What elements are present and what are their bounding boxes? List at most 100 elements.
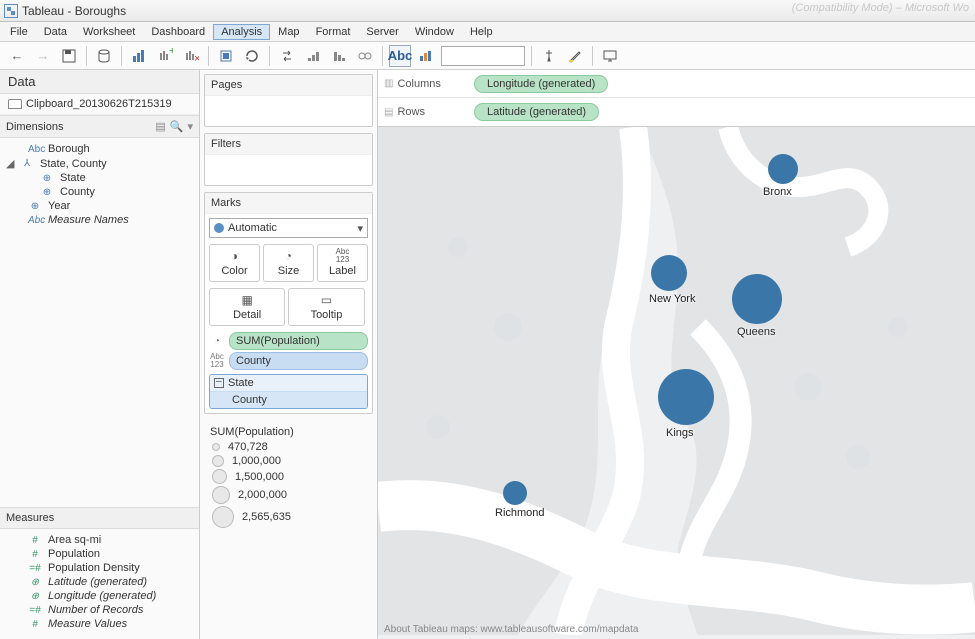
size-card[interactable]: ◔Size	[263, 244, 314, 282]
menu-window[interactable]: Window	[407, 24, 462, 40]
caret-expanded-icon[interactable]: ◢	[6, 157, 14, 170]
state-pill[interactable]: State	[228, 377, 254, 389]
label-icon: Abc123	[320, 249, 365, 263]
rows-shelf[interactable]: ▤Rows Latitude (generated)	[378, 98, 975, 126]
map-mark-queens[interactable]	[732, 274, 782, 324]
menu-help[interactable]: Help	[462, 24, 501, 40]
duplicate-sheet-button[interactable]: +	[154, 45, 176, 67]
show-labels-button[interactable]: Abc	[389, 45, 411, 67]
label-pill-row[interactable]: Abc123 County	[209, 352, 368, 370]
detail-card[interactable]: ▦Detail	[209, 288, 285, 326]
menu-server[interactable]: Server	[358, 24, 406, 40]
dim-measure-names[interactable]: Abc Measure Names	[0, 213, 199, 227]
color-card[interactable]: ◑Color	[209, 244, 260, 282]
forward-button[interactable]: →	[32, 45, 54, 67]
svg-text:×: ×	[194, 53, 199, 64]
dim-state[interactable]: ⊕ State	[0, 171, 199, 185]
filters-shelf[interactable]: Filters	[204, 133, 373, 186]
pages-label: Pages	[205, 75, 372, 96]
chevron-down-icon[interactable]: ▾	[187, 120, 193, 133]
new-sheet-button[interactable]	[128, 45, 150, 67]
columns-pill[interactable]: Longitude (generated)	[474, 75, 608, 93]
meas-population[interactable]: #Population	[0, 547, 199, 561]
save-button[interactable]	[58, 45, 80, 67]
map-mark-bronx[interactable]	[768, 154, 798, 184]
collapse-icon[interactable]	[214, 378, 224, 388]
search-icon[interactable]: 🔍	[170, 120, 184, 133]
back-button[interactable]: ←	[6, 45, 28, 67]
abc-icon: Abc	[28, 215, 42, 226]
detail-state-group[interactable]: State County	[209, 374, 368, 409]
sum-population-pill[interactable]: SUM(Population)	[229, 332, 368, 350]
dim-state-county[interactable]: ◢ ⅄ State, County	[0, 156, 199, 171]
dim-year[interactable]: ⊕ Year	[0, 199, 199, 213]
meas-records[interactable]: =#Number of Records	[0, 603, 199, 617]
highlight-button[interactable]	[564, 45, 586, 67]
globe-icon: ⊕	[28, 577, 42, 588]
dim-borough[interactable]: Abc Borough	[0, 142, 199, 156]
sort-asc-button[interactable]	[302, 45, 324, 67]
meas-lon[interactable]: ⊕Longitude (generated)	[0, 589, 199, 603]
meas-area[interactable]: #Area sq-mi	[0, 533, 199, 547]
fit-selector[interactable]	[441, 46, 525, 66]
dimensions-tools[interactable]: ▤ 🔍 ▾	[155, 120, 193, 133]
menubar: File Data Worksheet Dashboard Analysis M…	[0, 22, 975, 42]
map-label-bronx: Bronx	[763, 186, 792, 198]
columns-shelf[interactable]: ▥Columns Longitude (generated)	[378, 70, 975, 98]
data-sidebar: Data Clipboard_20130626T215319 Dimension…	[0, 70, 200, 639]
datasource-row[interactable]: Clipboard_20130626T215319	[0, 94, 199, 115]
map-mark-new-york[interactable]	[651, 255, 687, 291]
rows-pill[interactable]: Latitude (generated)	[474, 103, 599, 121]
view-cards-button[interactable]	[415, 45, 437, 67]
datasource-button[interactable]	[93, 45, 115, 67]
filters-label: Filters	[205, 134, 372, 155]
titlebar: Tableau - Boroughs	[0, 0, 975, 22]
meas-values[interactable]: #Measure Values	[0, 617, 199, 631]
map-label-kings: Kings	[666, 427, 694, 439]
mark-type-selector[interactable]: Automatic	[209, 218, 368, 238]
pages-shelf[interactable]: Pages	[204, 74, 373, 127]
size-pill-row[interactable]: ◔ SUM(Population)	[209, 332, 368, 350]
detail-icon: ▦	[212, 293, 282, 307]
dim-county[interactable]: ⊕ County	[0, 185, 199, 199]
calc-icon: =#	[28, 563, 42, 574]
pin-button[interactable]	[538, 45, 560, 67]
map-label-new-york: New York	[649, 293, 695, 305]
marks-label: Marks	[205, 193, 372, 214]
map-mark-richmond[interactable]	[503, 481, 527, 505]
menu-analysis[interactable]: Analysis	[213, 24, 270, 40]
clear-sheet-button[interactable]: ×	[180, 45, 202, 67]
columns-icon: ▥	[384, 78, 393, 89]
tooltip-card[interactable]: ▭Tooltip	[288, 288, 364, 326]
legend-row: 1,000,000	[206, 454, 371, 468]
menu-file[interactable]: File	[2, 24, 36, 40]
legend-row: 2,000,000	[206, 485, 371, 505]
menu-map[interactable]: Map	[270, 24, 307, 40]
menu-worksheet[interactable]: Worksheet	[75, 24, 143, 40]
auto-update-button[interactable]	[215, 45, 237, 67]
abc-icon: Abc123	[209, 353, 225, 369]
map-mark-kings[interactable]	[658, 369, 714, 425]
circle-icon	[214, 223, 224, 233]
hierarchy-icon: ⅄	[20, 158, 34, 169]
run-button[interactable]	[241, 45, 263, 67]
meas-lat[interactable]: ⊕Latitude (generated)	[0, 575, 199, 589]
menu-data[interactable]: Data	[36, 24, 75, 40]
group-button[interactable]	[354, 45, 376, 67]
map-view[interactable]: BronxNew YorkQueensKingsRichmond About T…	[378, 127, 975, 639]
toolbar: ← → + × Abc	[0, 42, 975, 70]
county-pill[interactable]: County	[229, 352, 368, 370]
tableau-app-icon	[4, 4, 18, 18]
label-card[interactable]: Abc123Label	[317, 244, 368, 282]
globe-icon: ⊕	[40, 187, 54, 198]
sort-desc-button[interactable]	[328, 45, 350, 67]
menu-format[interactable]: Format	[308, 24, 359, 40]
county-detail-pill[interactable]: County	[210, 392, 367, 408]
swap-button[interactable]	[276, 45, 298, 67]
menu-dashboard[interactable]: Dashboard	[143, 24, 213, 40]
presentation-button[interactable]	[599, 45, 621, 67]
worksheet-area: ▥Columns Longitude (generated) ▤Rows Lat…	[378, 70, 975, 639]
list-view-icon[interactable]: ▤	[155, 120, 165, 133]
meas-popdensity[interactable]: =#Population Density	[0, 561, 199, 575]
measures-header: Measures	[0, 507, 199, 529]
